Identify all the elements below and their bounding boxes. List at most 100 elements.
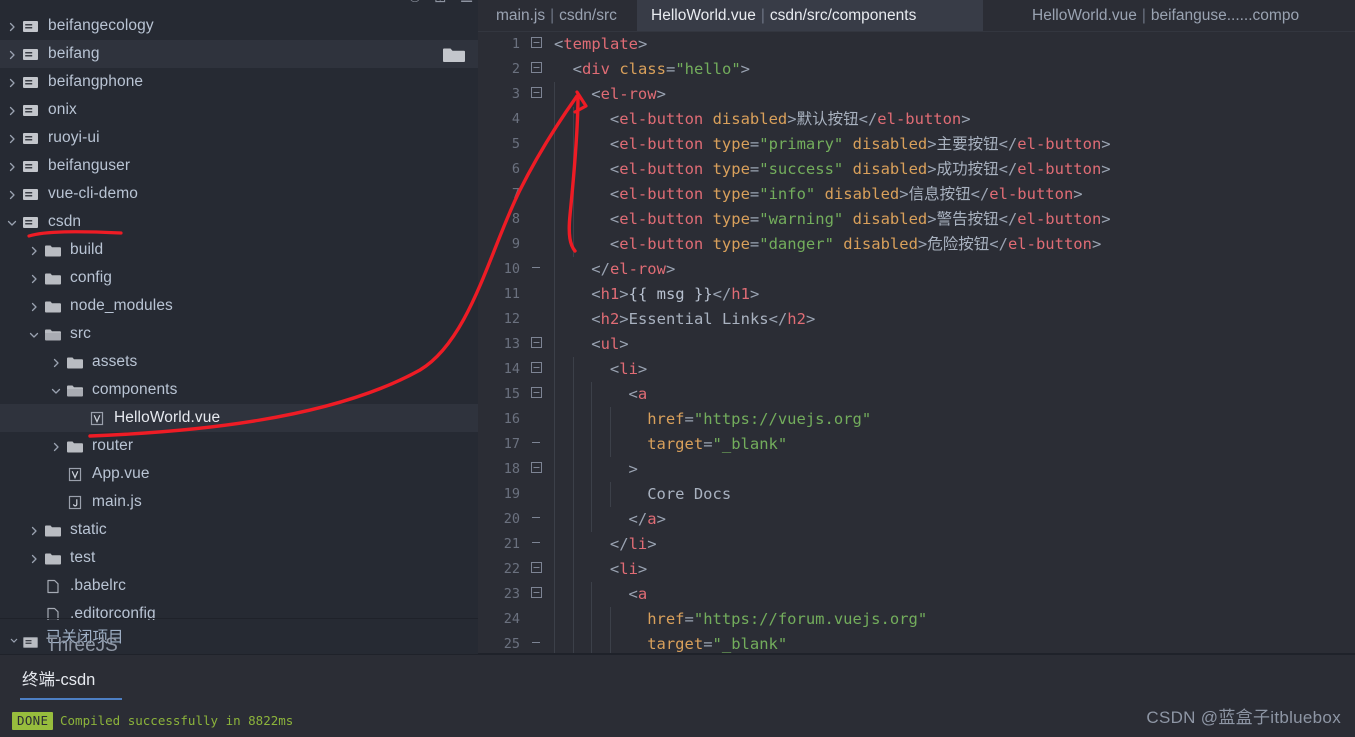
chevron-right-icon[interactable] (28, 301, 39, 312)
fold-collapse-icon[interactable] (530, 557, 542, 582)
code-line[interactable]: 12 <h2>Essential Links</h2> (478, 307, 1355, 332)
terminal-tab-csdn[interactable]: 终端-csdn (22, 666, 95, 696)
editor-tab-0[interactable]: main.js | csdn/src (482, 0, 637, 31)
chevron-right-icon[interactable] (28, 273, 39, 284)
chevron-right-icon[interactable] (6, 77, 17, 88)
code-line[interactable]: 7 <el-button type="info" disabled>信息按钮</e… (478, 182, 1355, 207)
dir-icon (66, 355, 84, 370)
code-line[interactable]: 3 <el-row> (478, 82, 1355, 107)
fold-collapse-icon[interactable] (530, 332, 542, 357)
chevron-down-icon[interactable] (9, 632, 19, 650)
editor-tab-2[interactable]: HelloWorld.vue | beifanguse......compo (1018, 0, 1355, 31)
dir-icon (44, 299, 62, 314)
tree-item-beifangecology[interactable]: beifangecology (0, 12, 478, 40)
folder-icon (22, 131, 40, 146)
chevron-right-icon[interactable] (6, 189, 17, 200)
chevron-right-icon[interactable] (6, 105, 17, 116)
tree-item-editorconfig[interactable]: .editorconfig (0, 600, 478, 620)
fold-dash-icon[interactable] (530, 632, 542, 654)
chevron-right-icon[interactable] (28, 553, 39, 564)
fold-collapse-icon[interactable] (530, 82, 542, 107)
code-line[interactable]: 22 <li> (478, 557, 1355, 582)
tree-item-babelrc[interactable]: .babelrc (0, 572, 478, 600)
chevron-right-icon[interactable] (50, 357, 61, 368)
tree-item-config[interactable]: config (0, 264, 478, 292)
tree-item-static[interactable]: static (0, 516, 478, 544)
code-editor[interactable]: 1 <template> 2 <div class="hello"> 3 <el-row>… (478, 32, 1355, 654)
code-line[interactable]: 13 <ul> (478, 332, 1355, 357)
tree-item-vue-cli-demo[interactable]: vue-cli-demo (0, 180, 478, 208)
tree-item-helloworld-vue[interactable]: HelloWorld.vue (0, 404, 478, 432)
chevron-right-icon[interactable] (6, 49, 17, 60)
code-line[interactable]: 5 <el-button type="primary" disabled>主要按钮… (478, 132, 1355, 157)
chevron-right-icon[interactable] (50, 441, 61, 452)
tree-item-assets[interactable]: assets (0, 348, 478, 376)
code-line[interactable]: 25 target="_blank" (478, 632, 1355, 654)
chevron-down-icon[interactable] (50, 385, 61, 396)
tree-item-label: assets (92, 353, 138, 370)
code-text: <a (628, 585, 648, 603)
editor-tab-bar[interactable]: main.js | csdn/src HelloWorld.vue | csdn/src/… (478, 0, 1355, 32)
tree-item-router[interactable]: router (0, 432, 478, 460)
code-line[interactable]: 8 <el-button type="warning" disabled>警告按钮… (478, 207, 1355, 232)
tree-item-components[interactable]: components (0, 376, 478, 404)
chevron-down-icon[interactable] (6, 217, 17, 228)
tree-item-app-vue[interactable]: App.vue (0, 460, 478, 488)
fold-dash-icon[interactable] (530, 432, 542, 457)
chevron-right-icon[interactable] (28, 525, 39, 536)
code-line[interactable]: 18 > (478, 457, 1355, 482)
tree-item-node-modules[interactable]: node_modules (0, 292, 478, 320)
code-line[interactable]: 4 <el-button disabled>默认按钮</el-button> (478, 107, 1355, 132)
line-number: 5 (511, 136, 520, 152)
code-line[interactable]: 14 <li> (478, 357, 1355, 382)
tree-item-csdn[interactable]: csdn (0, 208, 478, 236)
editor-tab-1[interactable]: HelloWorld.vue | csdn/src/components (637, 0, 983, 31)
fold-dash-icon[interactable] (530, 532, 542, 557)
closed-project-threejs[interactable]: ThreeJS (46, 635, 118, 654)
chevron-down-icon[interactable] (28, 329, 39, 340)
tree-item-beifangphone[interactable]: beifangphone (0, 68, 478, 96)
code-line[interactable]: 6 <el-button type="success" disabled>成功按钮… (478, 157, 1355, 182)
fold-collapse-icon[interactable] (530, 32, 542, 57)
code-line[interactable]: 17 target="_blank" (478, 432, 1355, 457)
code-line[interactable]: 19 Core Docs (478, 482, 1355, 507)
fold-dash-icon[interactable] (530, 257, 542, 282)
fold-collapse-icon[interactable] (530, 357, 542, 382)
fold-collapse-icon[interactable] (530, 57, 542, 82)
closed-projects-section[interactable]: 已关闭项目 ThreeJS (0, 620, 478, 654)
tab-separator: | (1141, 6, 1146, 24)
menu-icon[interactable]: ☰ (460, 0, 473, 5)
tree-item-label: src (70, 325, 91, 342)
code-line[interactable]: 16 href="https://vuejs.org" (478, 407, 1355, 432)
code-text: target="_blank" (647, 435, 788, 453)
settings-icon[interactable]: ⊞ (434, 0, 447, 5)
collapse-all-icon[interactable]: ☉ (408, 0, 421, 5)
code-line[interactable]: 23 <a (478, 582, 1355, 607)
code-line[interactable]: 2 <div class="hello"> (478, 57, 1355, 82)
fold-collapse-icon[interactable] (530, 457, 542, 482)
tree-item-src[interactable]: src (0, 320, 478, 348)
tree-item-test[interactable]: test (0, 544, 478, 572)
tree-item-build[interactable]: build (0, 236, 478, 264)
code-line[interactable]: 20 </a> (478, 507, 1355, 532)
code-line[interactable]: 9 <el-button type="danger" disabled>危险按钮<… (478, 232, 1355, 257)
fold-collapse-icon[interactable] (530, 382, 542, 407)
chevron-right-icon[interactable] (28, 245, 39, 256)
code-line[interactable]: 11 <h1>{{ msg }}</h1> (478, 282, 1355, 307)
fold-collapse-icon[interactable] (530, 582, 542, 607)
code-line[interactable]: 15 <a (478, 382, 1355, 407)
chevron-right-icon[interactable] (6, 133, 17, 144)
chevron-right-icon[interactable] (6, 21, 17, 32)
tree-item-beifang[interactable]: beifang (0, 40, 478, 68)
code-line[interactable]: 1 <template> (478, 32, 1355, 57)
chevron-right-icon[interactable] (6, 161, 17, 172)
code-line[interactable]: 21 </li> (478, 532, 1355, 557)
file-tree[interactable]: beifangecology beifang beifangphone onix ruo… (0, 12, 478, 620)
tree-item-ruoyi-ui[interactable]: ruoyi-ui (0, 124, 478, 152)
code-line[interactable]: 10 </el-row> (478, 257, 1355, 282)
tree-item-main-js[interactable]: main.js (0, 488, 478, 516)
tree-item-onix[interactable]: onix (0, 96, 478, 124)
code-line[interactable]: 24 href="https://forum.vuejs.org" (478, 607, 1355, 632)
tree-item-beifanguser[interactable]: beifanguser (0, 152, 478, 180)
fold-dash-icon[interactable] (530, 507, 542, 532)
